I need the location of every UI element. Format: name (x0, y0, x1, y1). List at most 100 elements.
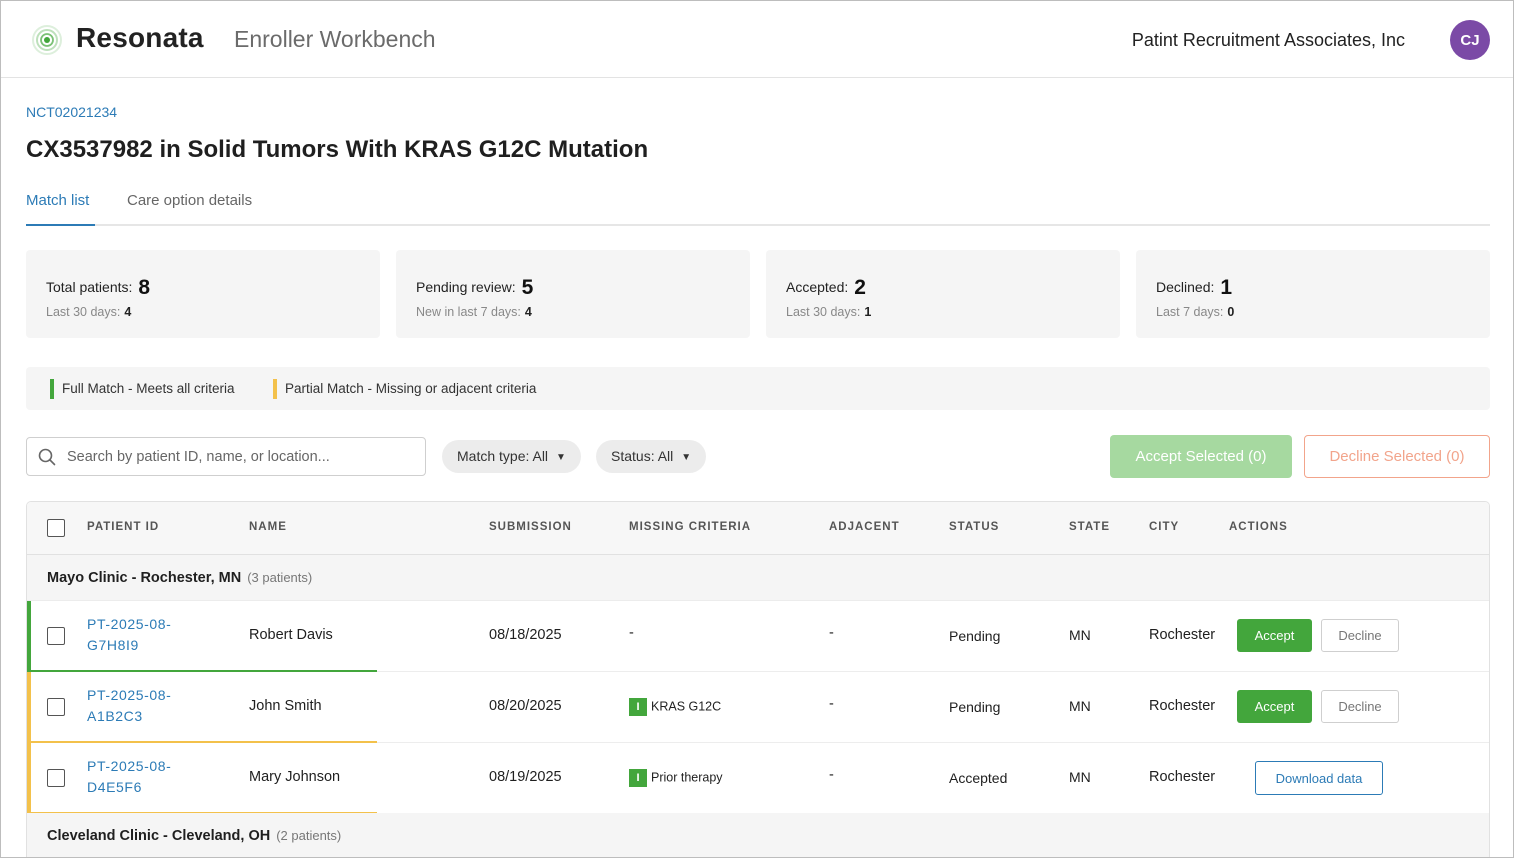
missing-criteria-text: Prior therapy (651, 770, 723, 785)
legend-partial-match-label: Partial Match - Missing or adjacent crit… (285, 381, 537, 396)
patient-name: John Smith (249, 698, 322, 714)
legend-full-match-label: Full Match - Meets all criteria (62, 381, 235, 396)
tab-care-option-details[interactable]: Care option details (127, 192, 252, 209)
search-input[interactable] (67, 439, 417, 474)
missing-criteria-text: KRAS G12C (651, 699, 722, 714)
patient-id-link[interactable]: PT-2025-08- G7H8I9 (87, 614, 197, 656)
patient-name: Mary Johnson (249, 769, 341, 785)
organization-name: Patint Recruitment Associates, Inc (1131, 30, 1405, 50)
status-filter[interactable]: Status: All ▼ (596, 440, 707, 473)
column-header-adjacent[interactable]: ADJACENT (829, 521, 900, 533)
stat-label: Pending review: (416, 279, 516, 295)
tab-match-list[interactable]: Match list (26, 192, 95, 226)
table-header: PATIENT ID NAME SUBMISSION MISSING CRITE… (27, 502, 1489, 555)
missing-criteria: I KRAS G12C (629, 698, 721, 716)
stat-value: 1 (1220, 276, 1233, 299)
city-text: Rochester (1149, 769, 1216, 785)
submission-date: 08/19/2025 (489, 769, 562, 785)
column-header-submission[interactable]: SUBMISSION (489, 521, 572, 533)
criteria-info-icon: I (629, 698, 647, 716)
row-checkbox[interactable] (47, 698, 65, 716)
patient-id-part2: G7H8I9 (87, 637, 139, 653)
table-row: PT-2025-08- D4E5F6 Mary Johnson 08/19/202… (27, 743, 1489, 814)
decline-button[interactable]: Decline (1321, 690, 1399, 723)
user-avatar[interactable]: CJ (1450, 20, 1490, 60)
row-checkbox[interactable] (47, 769, 65, 787)
brand-name: Resonata (76, 22, 204, 53)
status-text: Pending (949, 699, 1001, 715)
stat-sub-value: 1 (864, 305, 872, 319)
legend-full-match-swatch (50, 379, 54, 399)
criteria-info-icon: I (629, 769, 647, 787)
stat-sub-value: 4 (124, 305, 132, 319)
column-header-name[interactable]: NAME (249, 521, 287, 533)
stat-card-pending: Pending review: 5 New in last 7 days: 4 (396, 250, 750, 338)
column-header-patient-id[interactable]: PATIENT ID (87, 521, 159, 533)
stat-value: 2 (854, 276, 866, 299)
submission-date: 08/18/2025 (489, 627, 562, 643)
patient-id-link[interactable]: PT-2025-08- D4E5F6 (87, 756, 197, 798)
column-header-actions: ACTIONS (1229, 521, 1288, 533)
stat-card-declined: Declined: 1 Last 7 days: 0 (1136, 250, 1490, 338)
column-header-city[interactable]: CITY (1149, 521, 1179, 533)
row-checkbox[interactable] (47, 627, 65, 645)
group-count: (3 patients) (247, 570, 313, 585)
submission-date: 08/20/2025 (489, 698, 562, 714)
select-all-checkbox[interactable] (47, 519, 65, 537)
legend-partial-match-swatch (273, 379, 277, 399)
patient-name: Robert Davis (249, 627, 333, 643)
app-window: Resonata Enroller Workbench Patint Recru… (0, 0, 1514, 858)
missing-criteria: - (629, 625, 634, 641)
stat-value: 5 (521, 276, 534, 299)
search-box[interactable] (26, 437, 426, 476)
stat-label: Accepted: (786, 279, 849, 295)
group-name: Mayo Clinic - Rochester, MN (47, 570, 242, 586)
missing-criteria: I Prior therapy (629, 769, 723, 787)
accept-button[interactable]: Accept (1237, 690, 1312, 723)
group-header-mayo-clinic: Mayo Clinic - Rochester, MN (3 patients) (27, 555, 1489, 601)
stat-card-accepted: Accepted: 2 Last 30 days: 1 (766, 250, 1120, 338)
table-row: PT-2025-08- G7H8I9 Robert Davis 08/18/202… (27, 601, 1489, 672)
group-name: Cleveland Clinic - Cleveland, OH (47, 828, 271, 844)
top-bar: Resonata Enroller Workbench Patint Recru… (1, 1, 1513, 78)
product-name: Enroller Workbench (234, 26, 436, 52)
match-type-filter[interactable]: Match type: All ▼ (442, 440, 581, 473)
stat-sub-label: Last 7 days: (1156, 305, 1224, 319)
full-match-indicator (27, 601, 31, 672)
accept-selected-button[interactable]: Accept Selected (0) (1110, 435, 1292, 478)
patient-table: PATIENT ID NAME SUBMISSION MISSING CRITE… (26, 501, 1490, 857)
resonata-logo-icon (32, 25, 62, 55)
download-data-button[interactable]: Download data (1255, 761, 1383, 795)
column-header-missing-criteria[interactable]: MISSING CRITERIA (629, 521, 751, 533)
patient-id-part2: D4E5F6 (87, 779, 142, 795)
caret-down-icon: ▼ (556, 452, 566, 463)
state-text: MN (1069, 769, 1091, 785)
patient-id-part1: PT-2025-08- (87, 616, 172, 632)
state-text: MN (1069, 698, 1091, 714)
column-header-status[interactable]: STATUS (949, 521, 999, 533)
legend-full-match: Full Match - Meets all criteria (50, 379, 235, 399)
match-type-filter-label: Match type: All (457, 448, 549, 464)
adjacent-criteria: - (829, 696, 834, 712)
decline-selected-button[interactable]: Decline Selected (0) (1304, 435, 1490, 478)
state-text: MN (1069, 627, 1091, 643)
stat-sub-label: Last 30 days: (786, 305, 861, 319)
legend-partial-match: Partial Match - Missing or adjacent crit… (273, 379, 536, 399)
city-text: Rochester (1149, 698, 1216, 714)
decline-button[interactable]: Decline (1321, 619, 1399, 652)
patient-id-link[interactable]: PT-2025-08- A1B2C3 (87, 685, 197, 727)
group-count: (2 patients) (276, 828, 342, 843)
stat-card-total: Total patients: 8 Last 30 days: 4 (26, 250, 380, 338)
accept-button[interactable]: Accept (1237, 619, 1312, 652)
group-header-cleveland-clinic: Cleveland Clinic - Cleveland, OH (2 patie… (27, 813, 1489, 857)
stat-label: Total patients: (46, 279, 133, 295)
page-title: CX3537982 in Solid Tumors With KRAS G12C… (26, 136, 649, 163)
adjacent-criteria: - (829, 767, 834, 783)
column-header-state[interactable]: STATE (1069, 521, 1110, 533)
table-row: PT-2025-08- A1B2C3 John Smith 08/20/2025 … (27, 672, 1489, 743)
tab-bar: Match list Care option details (26, 187, 1490, 226)
match-legend: Full Match - Meets all criteria Partial … (26, 367, 1490, 410)
stat-value: 8 (138, 276, 151, 299)
patient-id-part1: PT-2025-08- (87, 687, 172, 703)
trial-id-link[interactable]: NCT02021234 (26, 104, 117, 120)
